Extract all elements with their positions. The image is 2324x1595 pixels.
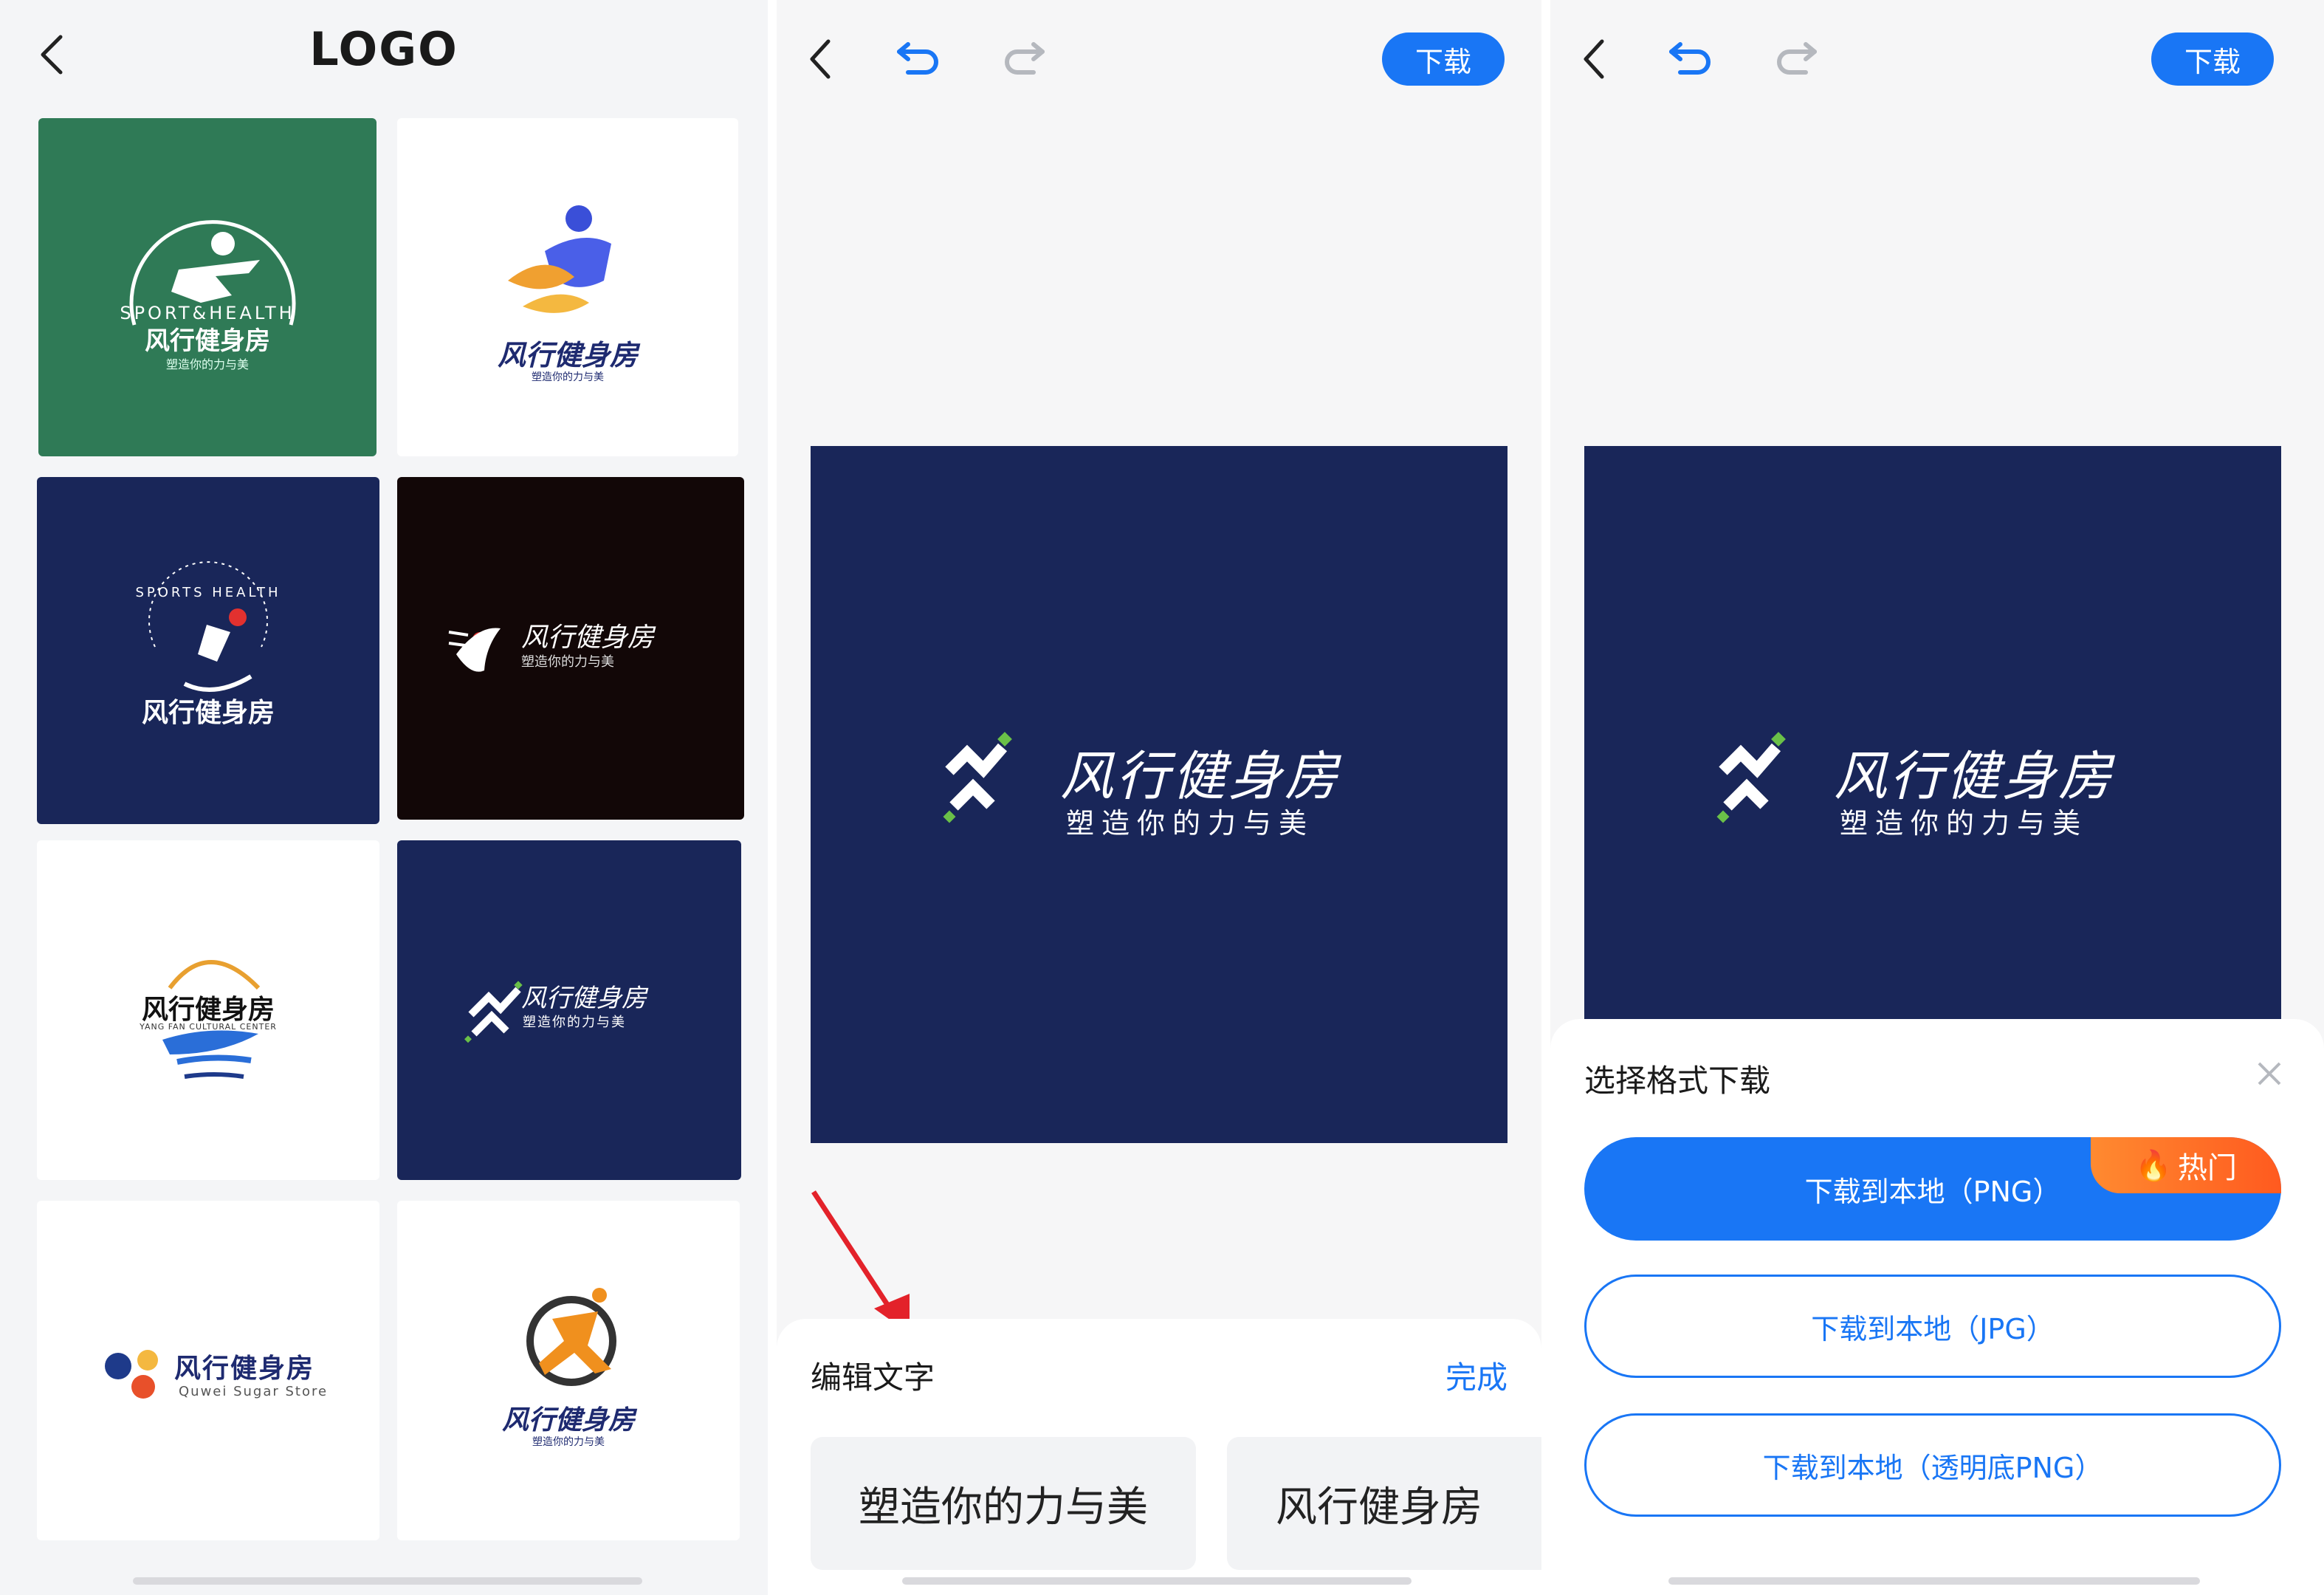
logo-arc-text: SPORTS HEALTH bbox=[135, 585, 281, 600]
logo-name: 风行健身房 bbox=[521, 984, 647, 1013]
sheet-title: 编辑文字 bbox=[811, 1359, 935, 1396]
page-title: LOGO bbox=[309, 22, 458, 76]
back-arrow-icon[interactable] bbox=[1580, 37, 1609, 81]
undo-icon[interactable] bbox=[1667, 38, 1719, 75]
hot-badge-label: 热门 bbox=[2177, 1151, 2237, 1185]
redo-icon[interactable] bbox=[1769, 38, 1821, 75]
red-arrow-annotation bbox=[811, 1190, 910, 1334]
runner-circle-icon bbox=[526, 1288, 616, 1386]
download-transparent-png-button[interactable]: 下载到本地（透明底PNG） bbox=[1584, 1413, 2281, 1517]
download-button[interactable]: 下载 bbox=[2151, 32, 2274, 86]
logo-name: 风行健身房 bbox=[141, 698, 275, 728]
done-button[interactable]: 完成 bbox=[1445, 1353, 1507, 1398]
logo-tile-8[interactable]: 风行健身房 塑造你的力与美 bbox=[397, 1201, 740, 1540]
logo-tile-1[interactable]: SPORT&HEALTH 风行健身房 塑造你的力与美 bbox=[38, 118, 377, 456]
download-screen: 下载 风行健身房 塑造你的力与美 选择格式下载 下载到本地（PNG） 🔥 热门 … bbox=[1550, 0, 2324, 1595]
canvas-logo-tagline: 塑造你的力与美 bbox=[1840, 807, 2088, 840]
flame-icon: 🔥 bbox=[2135, 1148, 2172, 1183]
hot-badge: 🔥 热门 bbox=[2091, 1137, 2281, 1193]
logo-name: 风行健身房 bbox=[174, 1354, 315, 1384]
logo-tile-6[interactable]: 风行健身房 塑造你的力与美 bbox=[397, 840, 741, 1180]
logo-tile-7[interactable]: 风行健身房 Quwei Sugar Store bbox=[37, 1201, 379, 1540]
sheet-title: 选择格式下载 bbox=[1584, 1063, 1771, 1099]
logo-name: 风行健身房 bbox=[145, 326, 270, 356]
logo-name: 风行健身房 bbox=[501, 1405, 635, 1436]
logo-tagline: YANG FAN CULTURAL CENTER bbox=[140, 1022, 277, 1032]
logo-name: 风行健身房 bbox=[521, 622, 655, 653]
logo-tagline: 塑造你的力与美 bbox=[521, 654, 614, 670]
undo-icon[interactable] bbox=[895, 38, 946, 75]
download-jpg-button[interactable]: 下载到本地（JPG） bbox=[1584, 1275, 2281, 1378]
canvas-logo-name: 风行健身房 bbox=[1834, 745, 2115, 807]
runner-emblem-icon bbox=[148, 561, 268, 692]
logo-tagline: 塑造你的力与美 bbox=[532, 1436, 605, 1448]
logo-list-screen: LOGO SPORT&HEALTH 风行健身房 塑造你的力与美 风行健身房 塑造… bbox=[0, 0, 768, 1595]
logo-tile-5[interactable]: 风行健身房 YANG FAN CULTURAL CENTER bbox=[37, 840, 379, 1180]
canvas-logo-name[interactable]: 风行健身房 bbox=[1060, 733, 1341, 810]
canvas-logo-tagline[interactable]: 塑造你的力与美 bbox=[1066, 800, 1314, 841]
back-arrow-icon[interactable] bbox=[806, 37, 836, 81]
logo-tagline: 塑造你的力与美 bbox=[532, 371, 604, 383]
logo-name: 风行健身房 bbox=[497, 339, 638, 371]
text-chip-tagline[interactable]: 塑造你的力与美 bbox=[811, 1437, 1196, 1570]
logo-canvas[interactable]: 风行健身房 塑造你的力与美 bbox=[811, 446, 1507, 1143]
logo-tile-2[interactable]: 风行健身房 塑造你的力与美 bbox=[397, 118, 738, 456]
logo-tile-3[interactable]: SPORTS HEALTH 风行健身房 bbox=[37, 477, 379, 824]
logo-name: 风行健身房 bbox=[141, 995, 275, 1025]
text-chip-name[interactable]: 风行健身房 bbox=[1227, 1437, 1541, 1570]
logo-tagline: 塑造你的力与美 bbox=[523, 1015, 626, 1030]
home-indicator bbox=[902, 1577, 1412, 1585]
chevron-logo-icon bbox=[943, 732, 1012, 823]
runner-leaf-icon bbox=[508, 205, 611, 313]
logo-tagline: 塑造你的力与美 bbox=[165, 357, 249, 371]
home-indicator bbox=[1668, 1577, 2200, 1585]
redo-icon[interactable] bbox=[997, 38, 1048, 75]
editor-screen: 下载 风行健身房 塑造你的力与美 编辑文字 完成 塑造你的力与美 风行健身房 bbox=[777, 0, 1541, 1595]
close-icon[interactable] bbox=[2256, 1060, 2283, 1087]
chevron-logo-icon bbox=[1716, 732, 1786, 823]
home-indicator bbox=[133, 1577, 642, 1585]
logo-emblem-icon bbox=[129, 220, 296, 326]
download-button[interactable]: 下载 bbox=[1382, 32, 1505, 86]
logo-tagline: Quwei Sugar Store bbox=[179, 1384, 329, 1399]
logo-tile-4[interactable]: 风行健身房 塑造你的力与美 bbox=[397, 477, 744, 820]
